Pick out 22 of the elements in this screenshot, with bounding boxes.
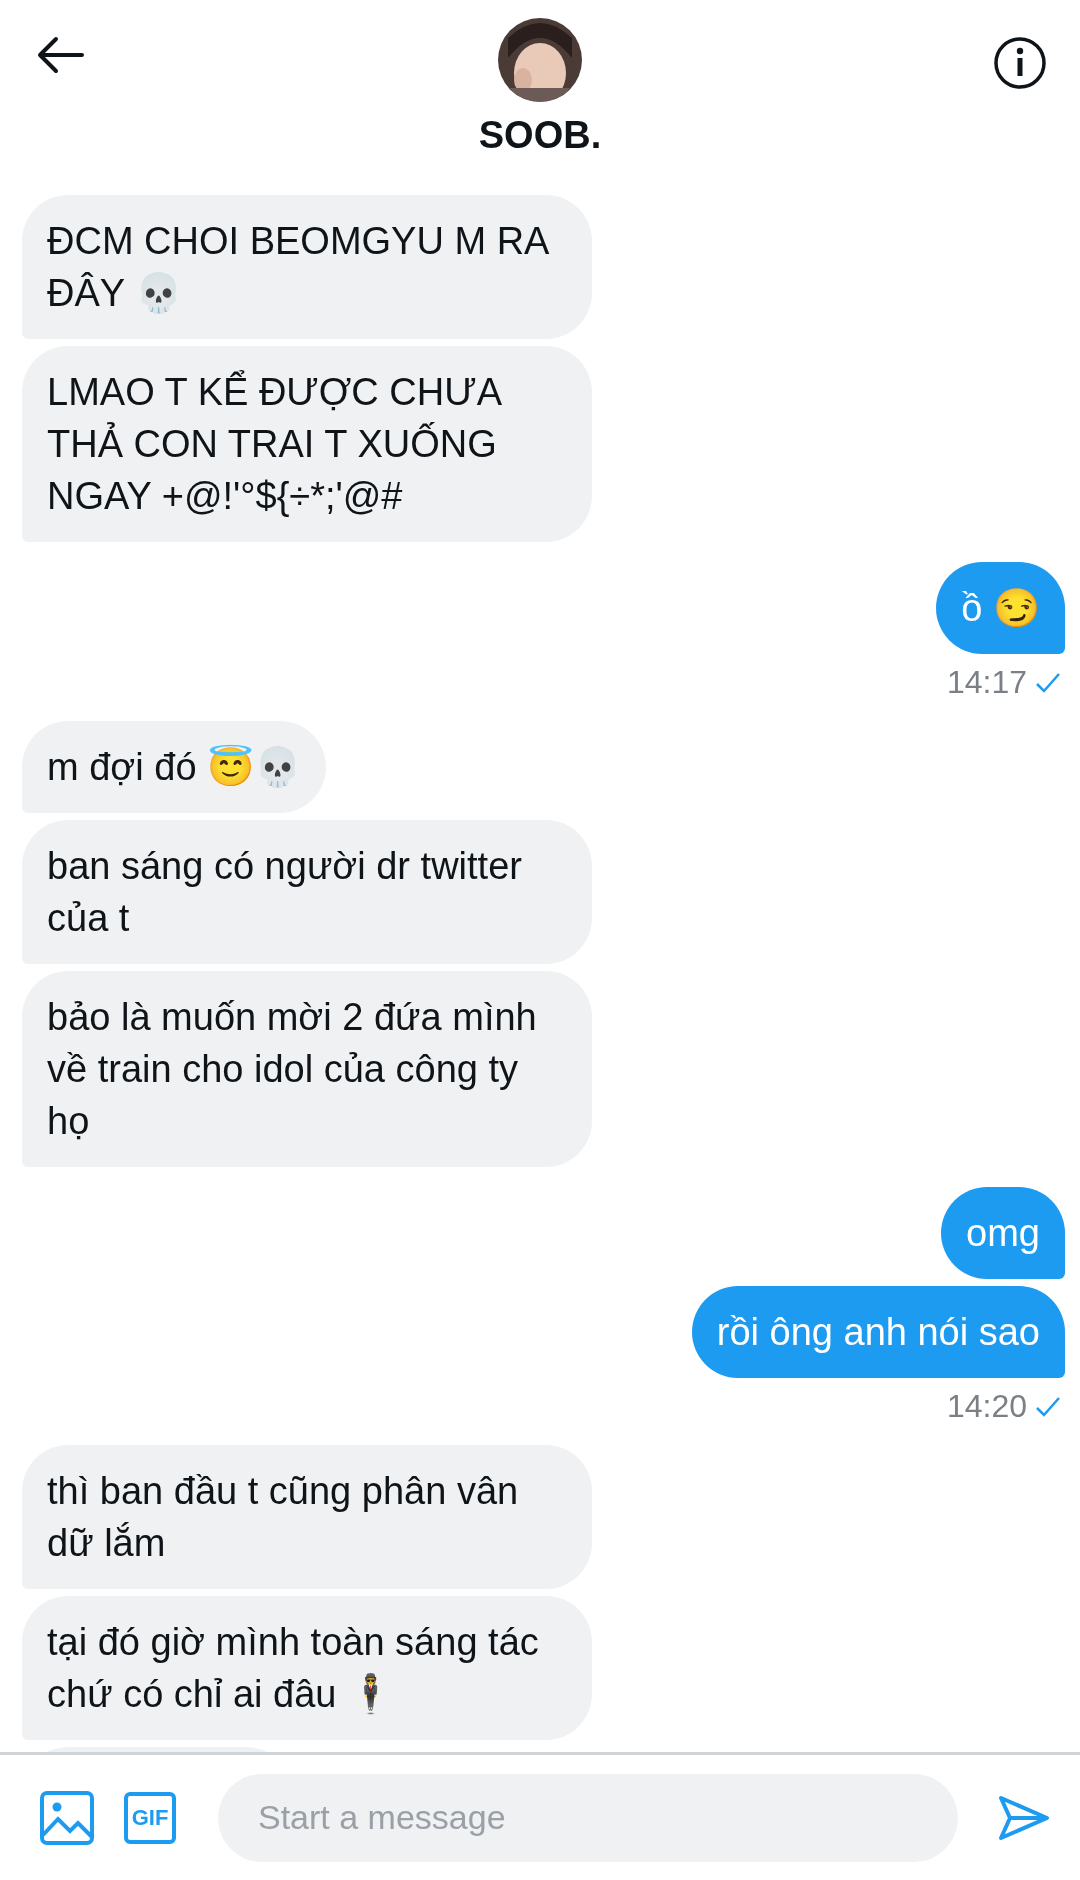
back-arrow-icon: [36, 36, 84, 74]
message-time: 14:17: [946, 664, 1027, 701]
info-button[interactable]: [993, 36, 1047, 90]
image-icon: [40, 1790, 94, 1845]
message-bubble: thì ban đầu t cũng phân vân dữ lắm: [22, 1445, 592, 1589]
message-bubble: LMAO T KỂ ĐƯỢC CHƯA THẢ CON TRAI T XUỐNG NGAY +@!'°${÷*;'@#: [22, 346, 592, 542]
gif-button[interactable]: GIF: [124, 1791, 176, 1844]
contact-name: SOOB.: [478, 114, 602, 157]
back-button[interactable]: [36, 36, 84, 74]
message-bubble: ồ 😏: [936, 562, 1065, 654]
message-bubble: ĐCM CHOI BEOMGYU M RA ĐÂY 💀: [22, 195, 592, 339]
send-icon: [998, 1794, 1050, 1841]
info-icon: [993, 36, 1047, 90]
message-bubble: bảo là muốn mời 2 đứa mình về train cho idol của công ty họ: [22, 971, 592, 1167]
message-bubble: ban sáng có người dr twitter của t: [22, 820, 592, 964]
message-input[interactable]: Start a message: [218, 1773, 958, 1862]
image-button[interactable]: [40, 1790, 94, 1845]
message-time: 14:20: [946, 1388, 1027, 1425]
message-bubble: m đợi đó 😇💀: [22, 721, 327, 813]
message-bubble: omg: [941, 1187, 1065, 1279]
message-bubble: rồi ông anh nói sao: [691, 1286, 1065, 1378]
message-bubble: tại đó giờ mình toàn sáng tác chứ có chỉ ai đâu 🕴: [22, 1596, 592, 1740]
